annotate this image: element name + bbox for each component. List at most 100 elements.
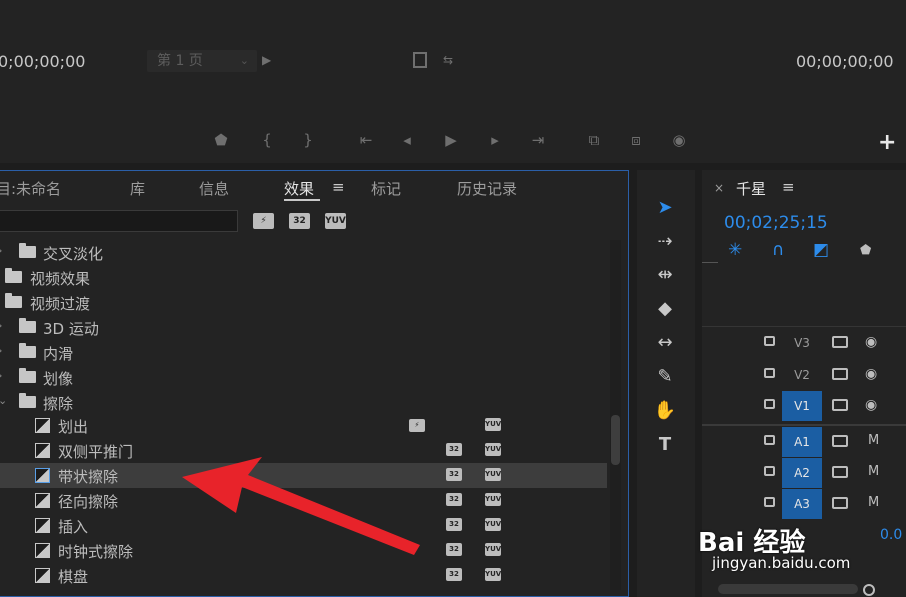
track-row[interactable]: V3 ◉ (702, 328, 906, 358)
lock-icon[interactable] (764, 368, 775, 378)
tree-item[interactable]: 视频效果 (0, 265, 607, 290)
camera-icon[interactable]: ◉ (668, 131, 690, 149)
tab-menu-icon[interactable]: ≡ (332, 178, 345, 196)
tree-item[interactable]: ⌄ 擦除 (0, 390, 607, 415)
linked-selection-icon[interactable]: ◩ (813, 240, 829, 260)
chevron-down-icon[interactable]: ⌄ (0, 394, 7, 407)
sync-lock-icon[interactable] (832, 399, 848, 411)
mark-in-icon[interactable]: { (256, 131, 278, 149)
accelerated-effects-icon[interactable]: ⚡ (253, 213, 274, 229)
sync-lock-icon[interactable] (832, 435, 848, 447)
master-volume[interactable]: 0.0 (880, 527, 902, 543)
sync-lock-icon[interactable] (832, 368, 848, 380)
panel-menu-icon[interactable]: ≡ (782, 178, 795, 196)
play-small-icon[interactable]: ▶ (262, 53, 271, 67)
divider (702, 424, 906, 426)
track-row[interactable]: A3 M (702, 489, 906, 519)
eye-icon[interactable]: ◉ (865, 334, 877, 350)
selection-tool-icon[interactable]: ➤ (652, 195, 678, 221)
jkl-icon[interactable]: ⇆ (443, 53, 453, 67)
timeline-scrollbar[interactable] (718, 584, 858, 594)
effects-search-input[interactable] (0, 210, 238, 232)
track-label[interactable]: A3 (782, 489, 822, 519)
yuv-filter-button[interactable]: YUV (325, 213, 346, 229)
track-label[interactable]: V1 (782, 391, 822, 421)
insert-icon[interactable]: ⧉ (583, 131, 605, 149)
tree-item[interactable]: › 内滑 (0, 340, 607, 365)
effect-item[interactable]: 划出 ⚡ YUV (0, 413, 607, 438)
overwrite-icon[interactable]: ⧈ (625, 131, 647, 149)
effects-scrollbar-thumb[interactable] (611, 415, 620, 465)
step-forward-icon[interactable]: ▸ (484, 131, 506, 149)
slip-icon[interactable]: ↔ (652, 330, 678, 356)
page-select[interactable]: 第 1 页 ⌄ (147, 50, 257, 72)
tab-library[interactable]: 库 (130, 178, 145, 199)
folder-icon (19, 368, 36, 383)
tab-effects[interactable]: 效果 (284, 178, 314, 199)
divider (702, 326, 906, 327)
timeline-timecode[interactable]: 00;02;25;15 (724, 213, 828, 233)
track-row[interactable]: V1 ◉ (702, 391, 906, 421)
add-icon[interactable]: + (878, 130, 896, 155)
lock-icon[interactable] (764, 399, 775, 409)
track-row[interactable]: V2 ◉ (702, 360, 906, 390)
track-select-icon[interactable]: ⇢ (652, 229, 678, 255)
hand-icon[interactable]: ✋ (652, 398, 678, 424)
step-back-icon[interactable]: ◂ (396, 131, 418, 149)
eye-icon[interactable]: ◉ (865, 397, 877, 413)
tree-item[interactable]: › 划像 (0, 365, 607, 390)
tree-item[interactable]: › 3D 运动 (0, 315, 607, 340)
effect-item-label: 时钟式擦除 (58, 543, 134, 561)
chevron-right-icon[interactable]: › (0, 369, 2, 382)
eye-icon[interactable]: ◉ (865, 366, 877, 382)
sync-lock-icon[interactable] (832, 466, 848, 478)
track-row[interactable]: A2 M (702, 458, 906, 488)
chevron-right-icon[interactable]: › (0, 244, 2, 257)
mute-button[interactable]: M (868, 433, 879, 448)
marker-icon[interactable]: ⬟ (860, 243, 871, 258)
sync-lock-icon[interactable] (832, 336, 848, 348)
tab-info[interactable]: 信息 (199, 178, 229, 199)
snap-icon[interactable]: ∩ (772, 240, 784, 260)
lock-icon[interactable] (764, 336, 775, 346)
go-to-in-icon[interactable]: ⇤ (355, 131, 377, 149)
tree-item[interactable]: 视频过渡 (0, 290, 607, 315)
close-icon[interactable]: × (714, 181, 724, 195)
track-label[interactable]: V3 (782, 328, 822, 358)
folder-icon (19, 318, 36, 333)
mark-out-icon[interactable]: } (297, 131, 319, 149)
chevron-right-icon[interactable]: › (0, 319, 2, 332)
tab-project[interactable]: 目:未命名 (0, 178, 61, 199)
export-frame-icon[interactable] (413, 52, 427, 68)
sync-lock-icon[interactable] (832, 497, 848, 509)
ripple-edit-icon[interactable]: ⇹ (652, 262, 678, 288)
mute-button[interactable]: M (868, 464, 879, 479)
pen-icon[interactable]: ✎ (652, 364, 678, 390)
tree-item[interactable]: › 交叉淡化 (0, 240, 607, 265)
zoom-handle[interactable] (863, 584, 875, 596)
track-label[interactable]: V2 (782, 360, 822, 390)
track-label[interactable]: A1 (782, 427, 822, 457)
play-icon[interactable]: ▶ (440, 131, 462, 149)
32bit-filter-button[interactable]: 32 (289, 213, 310, 229)
effect-item-label: 双侧平推门 (58, 443, 134, 461)
yuv-badge: YUV (485, 443, 501, 456)
tab-history[interactable]: 历史记录 (457, 178, 517, 199)
lock-icon[interactable] (764, 466, 775, 476)
nest-icon[interactable]: ✳ (728, 240, 742, 260)
lock-icon[interactable] (764, 435, 775, 445)
razor-icon[interactable]: ◆ (652, 296, 678, 322)
transition-icon (35, 418, 50, 433)
chevron-right-icon[interactable]: › (0, 344, 2, 357)
sequence-title[interactable]: 千星 (736, 178, 766, 199)
track-label[interactable]: A2 (782, 458, 822, 488)
tab-markers[interactable]: 标记 (371, 178, 401, 199)
go-to-out-icon[interactable]: ⇥ (527, 131, 549, 149)
track-row[interactable]: A1 M (702, 427, 906, 457)
effect-item-label: 带状擦除 (58, 468, 119, 486)
lock-icon[interactable] (764, 497, 775, 507)
mute-button[interactable]: M (868, 495, 879, 510)
marker-icon[interactable]: ⬟ (210, 131, 232, 149)
effect-item[interactable]: 棋盘 32 YUV (0, 563, 607, 588)
type-icon[interactable]: T (652, 432, 678, 458)
